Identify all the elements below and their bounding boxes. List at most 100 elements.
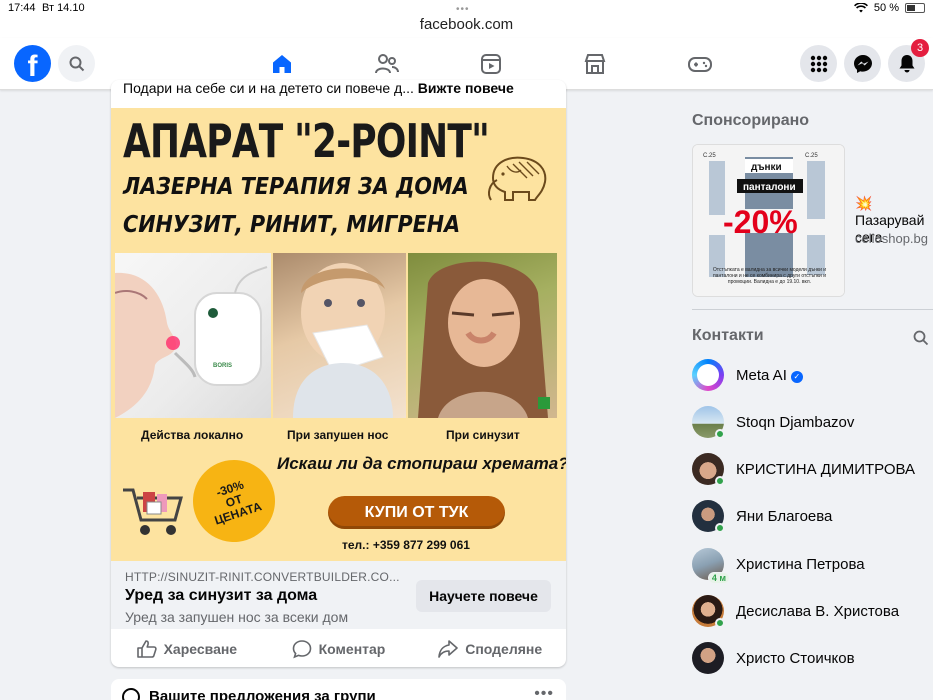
ad-phone-number: тел.: +359 877 299 061 [342, 538, 470, 552]
ad-image[interactable]: АПАРАТ "2-POINT" ЛАЗЕРНА ТЕРАПИЯ ЗА ДОМА… [111, 108, 566, 561]
wifi-icon [853, 3, 868, 13]
contact-row[interactable]: 4 м Христина Петрова [692, 544, 933, 584]
child-illustration [293, 263, 393, 418]
girl-illustration [418, 261, 550, 418]
battery-icon [905, 3, 925, 13]
status-right: 50 % [853, 2, 925, 14]
ad-subtitle-therapy: ЛАЗЕРНА ТЕРАПИЯ ЗА ДОМА [123, 174, 469, 200]
contact-name: КРИСТИНА ДИМИТРОВА [736, 460, 916, 478]
ad-question: Искаш ли да стопираш хремата? [277, 454, 566, 473]
contact-row[interactable]: Христо Стоичков [692, 638, 933, 678]
like-button[interactable]: Харесване [111, 631, 263, 667]
more-options-icon[interactable]: ••• [534, 685, 554, 700]
contact-row[interactable]: Stoqn Djambazov [692, 402, 933, 442]
marketplace-icon [584, 54, 606, 74]
meta-ai-icon [692, 359, 724, 391]
contact-name: Stoqn Djambazov [736, 413, 855, 431]
discount-sticker: -30% ОТ ЦЕНАТА [182, 449, 286, 553]
video-icon [481, 54, 501, 74]
caption-stuffy-nose: При запушен нос [287, 428, 389, 442]
contact-row[interactable]: Яни Благоева [692, 496, 933, 536]
contact-meta-ai[interactable]: Meta AI ✓ [692, 355, 933, 395]
sponsored-ad-image[interactable]: C.25 C.25 дънки панталони -20% Отстъпкат… [692, 144, 845, 297]
price-tag-right: C.25 [805, 153, 818, 159]
contact-name: Яни Благоева [736, 507, 833, 525]
group-suggestions-card: Вашите предложения за групи ••• [111, 679, 566, 700]
bell-icon [899, 54, 914, 72]
sidebar-divider [692, 309, 933, 310]
link-description: Уред за запушен нос за всеки дом [125, 609, 349, 625]
online-indicator [715, 429, 725, 439]
tab-gaming[interactable] [650, 38, 750, 90]
search-button[interactable] [58, 45, 95, 82]
contact-row[interactable]: КРИСТИНА ДИМИТРОВА [692, 449, 933, 489]
ad-discount: -20% [723, 204, 798, 240]
ad-title: АПАРАТ "2-POINT" [123, 114, 490, 168]
online-indicator [715, 476, 725, 486]
shopping-cart-icon [123, 488, 183, 535]
avatar [692, 642, 724, 674]
contacts-search-icon[interactable] [913, 330, 929, 346]
ad-fineprint: Отстъпката е валидна за всички модели дъ… [712, 267, 827, 285]
avatar [692, 453, 725, 486]
thumbs-up-icon [136, 640, 157, 658]
see-more-link[interactable]: Вижте повече [418, 80, 514, 96]
group-suggestions-title: Вашите предложения за групи [149, 688, 376, 700]
share-icon [438, 640, 459, 658]
menu-grid-icon [810, 55, 827, 72]
search-icon [69, 56, 84, 71]
like-label: Харесване [163, 641, 238, 657]
online-indicator [715, 523, 725, 533]
comment-label: Коментар [318, 641, 386, 657]
share-label: Споделяне [465, 641, 543, 657]
contact-row[interactable]: Десислава В. Христова [692, 591, 933, 631]
sponsored-post: Подари на себе си и на детето си повече … [111, 80, 566, 667]
caption-local-action: Действа локално [141, 428, 244, 442]
home-icon [273, 55, 291, 73]
nose-laser-illustration: BORIS [115, 266, 268, 418]
jeans-ad-illustration: C.25 C.25 дънки панталони -20% Отстъпкат… [693, 145, 844, 296]
link-url: HTTP://SINUZIT-RINIT.CONVERTBUILDER.CO..… [125, 570, 400, 584]
facebook-logo-icon[interactable]: f [14, 45, 51, 82]
contact-name: Десислава В. Христова [736, 602, 900, 620]
notifications-button[interactable]: 3 [888, 39, 929, 82]
battery-percent: 50 % [873, 2, 899, 14]
post-caption: Подари на себе си и на детето си повече … [123, 80, 514, 96]
comment-button[interactable]: Коментар [263, 631, 415, 667]
status-time: 17:44 [8, 2, 36, 14]
elephant-logo-icon [488, 156, 547, 201]
gaming-icon [688, 57, 712, 72]
menu-button[interactable] [800, 45, 837, 82]
status-date: Вт 14.10 [42, 2, 85, 14]
verified-badge-icon: ✓ [790, 370, 803, 383]
messenger-icon [853, 54, 872, 73]
avatar [692, 595, 725, 628]
girl-sinusitis-photo [408, 253, 557, 418]
ad-buy-button[interactable]: КУПИ ОТ ТУК [328, 496, 505, 529]
link-title: Уред за синузит за дома [125, 587, 318, 604]
groups-icon [122, 688, 140, 700]
link-preview[interactable]: HTTP://SINUZIT-RINIT.CONVERTBUILDER.CO..… [111, 561, 566, 629]
avatar [692, 406, 725, 439]
notification-count-badge: 3 [911, 39, 929, 57]
post-actions: Харесване Коментар Споделяне [111, 631, 566, 667]
contacts-heading: Контакти [692, 327, 764, 344]
ad-tag-jeans: дънки [751, 162, 782, 173]
laser-device-photo: BORIS [115, 253, 271, 418]
address-bar-url[interactable]: facebook.com [0, 16, 933, 33]
device-brand-label: BORIS [213, 363, 232, 369]
sponsored-source: celioshop.bg [855, 231, 928, 246]
last-active-badge: 4 м [707, 572, 730, 584]
child-blowing-nose-photo [273, 253, 406, 418]
friends-icon [375, 54, 399, 74]
multitask-dots-icon[interactable]: ••• [456, 4, 470, 15]
online-indicator [715, 618, 725, 628]
post-caption-text: Подари на себе си и на детето си повече … [123, 80, 414, 96]
messenger-button[interactable] [844, 45, 881, 82]
browser-status-bar: 17:44 Вт 14.10 ••• facebook.com 50 % [0, 0, 933, 38]
share-button[interactable]: Споделяне [414, 631, 566, 667]
caption-sinusitis: При синузит [446, 428, 520, 442]
learn-more-button[interactable]: Научете повече [416, 580, 551, 612]
comment-icon [292, 640, 311, 659]
avatar [692, 500, 725, 533]
